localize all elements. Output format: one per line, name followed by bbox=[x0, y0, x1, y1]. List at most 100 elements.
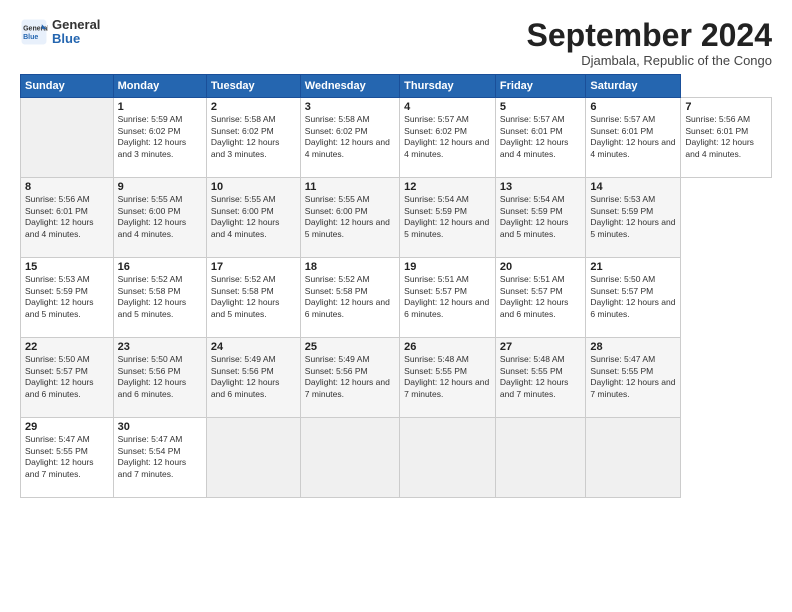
day-number: 28 bbox=[590, 341, 676, 353]
calendar-header-wednesday: Wednesday bbox=[300, 75, 399, 98]
day-cell-2: 2Sunrise: 5:58 AMSunset: 6:02 PMDaylight… bbox=[206, 98, 300, 178]
day-cell-22: 22Sunrise: 5:50 AMSunset: 5:57 PMDayligh… bbox=[21, 338, 114, 418]
day-info: Sunrise: 5:54 AMSunset: 5:59 PMDaylight:… bbox=[404, 194, 489, 238]
day-info: Sunrise: 5:52 AMSunset: 5:58 PMDaylight:… bbox=[118, 274, 187, 318]
day-number: 26 bbox=[404, 341, 491, 353]
day-number: 9 bbox=[118, 181, 202, 193]
day-cell-14: 14Sunrise: 5:53 AMSunset: 5:59 PMDayligh… bbox=[586, 178, 681, 258]
calendar-header-tuesday: Tuesday bbox=[206, 75, 300, 98]
day-cell-10: 10Sunrise: 5:55 AMSunset: 6:00 PMDayligh… bbox=[206, 178, 300, 258]
calendar-header-thursday: Thursday bbox=[400, 75, 496, 98]
day-cell-15: 15Sunrise: 5:53 AMSunset: 5:59 PMDayligh… bbox=[21, 258, 114, 338]
empty-cell bbox=[586, 418, 681, 498]
day-number: 11 bbox=[305, 181, 395, 193]
day-number: 16 bbox=[118, 261, 202, 273]
day-info: Sunrise: 5:49 AMSunset: 5:56 PMDaylight:… bbox=[305, 354, 390, 398]
day-number: 24 bbox=[211, 341, 296, 353]
day-number: 22 bbox=[25, 341, 109, 353]
calendar-header-saturday: Saturday bbox=[586, 75, 681, 98]
day-cell-16: 16Sunrise: 5:52 AMSunset: 5:58 PMDayligh… bbox=[113, 258, 206, 338]
day-cell-21: 21Sunrise: 5:50 AMSunset: 5:57 PMDayligh… bbox=[586, 258, 681, 338]
day-number: 23 bbox=[118, 341, 202, 353]
day-info: Sunrise: 5:56 AMSunset: 6:01 PMDaylight:… bbox=[25, 194, 94, 238]
day-cell-30: 30Sunrise: 5:47 AMSunset: 5:54 PMDayligh… bbox=[113, 418, 206, 498]
day-info: Sunrise: 5:53 AMSunset: 5:59 PMDaylight:… bbox=[25, 274, 94, 318]
day-cell-18: 18Sunrise: 5:52 AMSunset: 5:58 PMDayligh… bbox=[300, 258, 399, 338]
day-cell-1: 1Sunrise: 5:59 AMSunset: 6:02 PMDaylight… bbox=[113, 98, 206, 178]
day-cell-27: 27Sunrise: 5:48 AMSunset: 5:55 PMDayligh… bbox=[495, 338, 586, 418]
day-info: Sunrise: 5:49 AMSunset: 5:56 PMDaylight:… bbox=[211, 354, 280, 398]
day-info: Sunrise: 5:53 AMSunset: 5:59 PMDaylight:… bbox=[590, 194, 675, 238]
day-info: Sunrise: 5:48 AMSunset: 5:55 PMDaylight:… bbox=[500, 354, 569, 398]
calendar-week-1: 1Sunrise: 5:59 AMSunset: 6:02 PMDaylight… bbox=[21, 98, 772, 178]
calendar-header-sunday: Sunday bbox=[21, 75, 114, 98]
day-info: Sunrise: 5:56 AMSunset: 6:01 PMDaylight:… bbox=[685, 114, 754, 158]
day-number: 29 bbox=[25, 421, 109, 433]
calendar-week-4: 22Sunrise: 5:50 AMSunset: 5:57 PMDayligh… bbox=[21, 338, 772, 418]
day-number: 4 bbox=[404, 101, 491, 113]
day-cell-3: 3Sunrise: 5:58 AMSunset: 6:02 PMDaylight… bbox=[300, 98, 399, 178]
day-info: Sunrise: 5:51 AMSunset: 5:57 PMDaylight:… bbox=[404, 274, 489, 318]
day-info: Sunrise: 5:50 AMSunset: 5:57 PMDaylight:… bbox=[25, 354, 94, 398]
day-cell-29: 29Sunrise: 5:47 AMSunset: 5:55 PMDayligh… bbox=[21, 418, 114, 498]
day-number: 20 bbox=[500, 261, 582, 273]
empty-cell bbox=[495, 418, 586, 498]
day-info: Sunrise: 5:52 AMSunset: 5:58 PMDaylight:… bbox=[305, 274, 390, 318]
month-title: September 2024 bbox=[527, 18, 772, 53]
day-number: 18 bbox=[305, 261, 395, 273]
calendar-header-monday: Monday bbox=[113, 75, 206, 98]
day-info: Sunrise: 5:48 AMSunset: 5:55 PMDaylight:… bbox=[404, 354, 489, 398]
day-info: Sunrise: 5:55 AMSunset: 6:00 PMDaylight:… bbox=[118, 194, 187, 238]
empty-cell bbox=[400, 418, 496, 498]
day-number: 21 bbox=[590, 261, 676, 273]
day-cell-28: 28Sunrise: 5:47 AMSunset: 5:55 PMDayligh… bbox=[586, 338, 681, 418]
day-number: 14 bbox=[590, 181, 676, 193]
day-info: Sunrise: 5:47 AMSunset: 5:54 PMDaylight:… bbox=[118, 434, 187, 478]
day-number: 15 bbox=[25, 261, 109, 273]
logo-icon: General Blue bbox=[20, 18, 48, 46]
calendar-table: SundayMondayTuesdayWednesdayThursdayFrid… bbox=[20, 74, 772, 498]
day-info: Sunrise: 5:50 AMSunset: 5:57 PMDaylight:… bbox=[590, 274, 675, 318]
page: General Blue GeneralBlue September 2024 … bbox=[0, 0, 792, 612]
logo-general: General bbox=[52, 18, 100, 32]
svg-text:Blue: Blue bbox=[23, 34, 38, 41]
calendar-header-row: SundayMondayTuesdayWednesdayThursdayFrid… bbox=[21, 75, 772, 98]
day-info: Sunrise: 5:54 AMSunset: 5:59 PMDaylight:… bbox=[500, 194, 569, 238]
title-block: September 2024 Djambala, Republic of the… bbox=[527, 18, 772, 68]
day-info: Sunrise: 5:59 AMSunset: 6:02 PMDaylight:… bbox=[118, 114, 187, 158]
day-number: 7 bbox=[685, 101, 767, 113]
day-cell-9: 9Sunrise: 5:55 AMSunset: 6:00 PMDaylight… bbox=[113, 178, 206, 258]
day-number: 3 bbox=[305, 101, 395, 113]
logo-blue: Blue bbox=[52, 32, 100, 46]
day-info: Sunrise: 5:52 AMSunset: 5:58 PMDaylight:… bbox=[211, 274, 280, 318]
day-number: 12 bbox=[404, 181, 491, 193]
day-info: Sunrise: 5:51 AMSunset: 5:57 PMDaylight:… bbox=[500, 274, 569, 318]
calendar-week-3: 15Sunrise: 5:53 AMSunset: 5:59 PMDayligh… bbox=[21, 258, 772, 338]
calendar-week-2: 8Sunrise: 5:56 AMSunset: 6:01 PMDaylight… bbox=[21, 178, 772, 258]
day-number: 27 bbox=[500, 341, 582, 353]
day-info: Sunrise: 5:47 AMSunset: 5:55 PMDaylight:… bbox=[25, 434, 94, 478]
logo-text: GeneralBlue bbox=[52, 18, 100, 47]
day-info: Sunrise: 5:57 AMSunset: 6:02 PMDaylight:… bbox=[404, 114, 489, 158]
day-number: 1 bbox=[118, 101, 202, 113]
day-number: 19 bbox=[404, 261, 491, 273]
day-cell-11: 11Sunrise: 5:55 AMSunset: 6:00 PMDayligh… bbox=[300, 178, 399, 258]
day-cell-13: 13Sunrise: 5:54 AMSunset: 5:59 PMDayligh… bbox=[495, 178, 586, 258]
day-info: Sunrise: 5:57 AMSunset: 6:01 PMDaylight:… bbox=[500, 114, 569, 158]
day-number: 8 bbox=[25, 181, 109, 193]
day-cell-20: 20Sunrise: 5:51 AMSunset: 5:57 PMDayligh… bbox=[495, 258, 586, 338]
calendar-header-friday: Friday bbox=[495, 75, 586, 98]
day-cell-19: 19Sunrise: 5:51 AMSunset: 5:57 PMDayligh… bbox=[400, 258, 496, 338]
calendar-week-5: 29Sunrise: 5:47 AMSunset: 5:55 PMDayligh… bbox=[21, 418, 772, 498]
day-number: 17 bbox=[211, 261, 296, 273]
subtitle: Djambala, Republic of the Congo bbox=[527, 53, 772, 68]
day-number: 2 bbox=[211, 101, 296, 113]
day-number: 25 bbox=[305, 341, 395, 353]
day-info: Sunrise: 5:55 AMSunset: 6:00 PMDaylight:… bbox=[305, 194, 390, 238]
day-number: 10 bbox=[211, 181, 296, 193]
day-number: 5 bbox=[500, 101, 582, 113]
empty-cell bbox=[300, 418, 399, 498]
day-number: 6 bbox=[590, 101, 676, 113]
day-number: 30 bbox=[118, 421, 202, 433]
day-info: Sunrise: 5:58 AMSunset: 6:02 PMDaylight:… bbox=[305, 114, 390, 158]
